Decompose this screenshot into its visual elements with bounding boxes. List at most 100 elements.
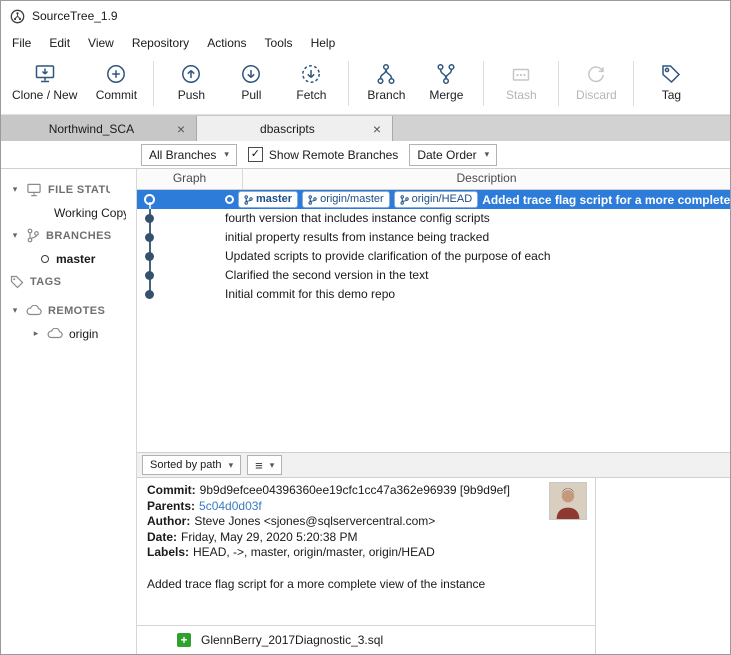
filter-bar: All Branches ▾ ✓ Show Remote Branches Da… bbox=[1, 141, 730, 169]
toolbar-label: Commit bbox=[95, 88, 138, 102]
fetch-button[interactable]: Fetch bbox=[281, 57, 341, 105]
commit-info-pane: Commit: 9b9d9efcee04396360ee19cfc1cc47a36… bbox=[137, 478, 596, 654]
sidebar-item-working-copy[interactable]: Working Copy bbox=[1, 201, 136, 224]
chevron-right-icon: ▸ bbox=[33, 328, 39, 338]
commit-description: Clarified the second version in the text bbox=[225, 268, 429, 282]
branch-badge-origin-master[interactable]: origin/master bbox=[302, 191, 390, 208]
chevron-down-icon: ▾ bbox=[484, 149, 490, 159]
fetch-icon bbox=[299, 60, 323, 87]
tab-northwind-sca[interactable]: Northwind_SCA × bbox=[1, 116, 197, 141]
toolbar-separator bbox=[483, 61, 485, 106]
close-icon[interactable]: × bbox=[174, 122, 188, 136]
pull-icon bbox=[239, 60, 263, 87]
file-sort-value: Sorted by path bbox=[150, 459, 222, 471]
commit-row[interactable]: Clarified the second version in the text bbox=[137, 266, 730, 285]
menu-file[interactable]: File bbox=[3, 33, 40, 53]
commit-description: Initial commit for this demo repo bbox=[225, 287, 396, 301]
branch-button[interactable]: Branch bbox=[356, 57, 416, 105]
check-icon: ✓ bbox=[250, 148, 261, 160]
toolbar-separator bbox=[153, 61, 155, 106]
menu-tools[interactable]: Tools bbox=[256, 33, 302, 53]
commit-row[interactable]: initial property results from instance b… bbox=[137, 228, 730, 247]
window-title: SourceTree_1.9 bbox=[32, 9, 118, 23]
parents-label: Parents: bbox=[147, 498, 196, 513]
commit-message: Added trace flag script for a more compl… bbox=[147, 576, 486, 591]
merge-button[interactable]: Merge bbox=[416, 57, 476, 105]
menu-actions[interactable]: Actions bbox=[198, 33, 255, 53]
toolbar-separator bbox=[558, 61, 560, 106]
branch-badge-origin-head[interactable]: origin/HEAD bbox=[393, 191, 479, 208]
sidebar-section-remotes[interactable]: ▾ REMOTES bbox=[1, 299, 136, 322]
sidebar-section-branches[interactable]: ▾ BRANCHES bbox=[1, 224, 136, 247]
close-icon[interactable]: × bbox=[370, 122, 384, 136]
changed-file-name[interactable]: GlennBerry_2017Diagnostic_3.sql bbox=[201, 633, 383, 647]
commit-node-icon bbox=[145, 271, 154, 280]
commit-description: Updated scripts to provide clarification… bbox=[225, 249, 551, 263]
menu-view[interactable]: View bbox=[79, 33, 123, 53]
commit-graph: master origin/master origin/HEAD Added t… bbox=[137, 190, 730, 452]
pull-button[interactable]: Pull bbox=[221, 57, 281, 105]
monitor-icon bbox=[26, 183, 42, 197]
commit-node-icon bbox=[145, 214, 154, 223]
commit-node-icon bbox=[145, 233, 154, 242]
menu-help[interactable]: Help bbox=[302, 33, 345, 53]
menu-repository[interactable]: Repository bbox=[123, 33, 198, 53]
view-options-dropdown[interactable]: ≡ ▾ bbox=[247, 455, 283, 475]
toolbar-label: Push bbox=[177, 88, 206, 102]
menu-edit[interactable]: Edit bbox=[40, 33, 79, 53]
clone-new-button[interactable]: Clone / New bbox=[3, 57, 86, 105]
toolbar-label: Fetch bbox=[296, 88, 327, 102]
body: ▾ FILE STATUS Working Copy ▾ BRANCHES ma… bbox=[1, 169, 730, 654]
title-bar: SourceTree_1.9 bbox=[1, 1, 730, 31]
file-sort-dropdown[interactable]: Sorted by path ▾ bbox=[142, 455, 242, 475]
author-avatar bbox=[549, 482, 587, 520]
chevron-down-icon: ▾ bbox=[12, 184, 18, 194]
tab-dbascripts[interactable]: dbascripts × bbox=[197, 116, 393, 141]
commit-hash: 9b9d9efcee04396360ee19cfc1cc47a362e96939… bbox=[199, 483, 510, 497]
column-header-graph: Graph bbox=[137, 169, 243, 189]
sourcetree-logo-icon bbox=[10, 9, 25, 24]
show-remote-branches-checkbox[interactable]: ✓ bbox=[247, 147, 263, 162]
sidebar-item-master[interactable]: master bbox=[1, 247, 136, 270]
commit-row-content: master origin/master origin/HEAD Added t… bbox=[225, 190, 730, 209]
sidebar-item-origin[interactable]: ▸ origin bbox=[1, 322, 136, 345]
date-value: Friday, May 29, 2020 5:20:38 PM bbox=[181, 529, 358, 544]
sidebar-section-tags[interactable]: TAGS bbox=[1, 270, 136, 293]
tag-button[interactable]: Tag bbox=[641, 57, 701, 105]
commit-button[interactable]: Commit bbox=[86, 57, 146, 105]
cloud-icon bbox=[26, 305, 42, 316]
commit-row[interactable]: Updated scripts to provide clarification… bbox=[137, 247, 730, 266]
graph-table-header: Graph Description bbox=[137, 169, 730, 190]
commit-row[interactable]: Initial commit for this demo repo bbox=[137, 285, 730, 304]
merge-icon bbox=[434, 60, 458, 87]
sidebar-section-label: TAGS bbox=[30, 275, 62, 288]
repo-tab-bar: Northwind_SCA × dbascripts × bbox=[1, 115, 730, 141]
sort-order-value: Date Order bbox=[417, 147, 477, 162]
chevron-down-icon: ▾ bbox=[12, 305, 18, 315]
toolbar-label: Discard bbox=[576, 88, 617, 102]
commit-row-selected[interactable]: master origin/master origin/HEAD Added t… bbox=[137, 190, 730, 209]
sidebar-item-label: Working Copy bbox=[54, 205, 126, 220]
labels-value: HEAD, ->, master, origin/master, origin/… bbox=[193, 545, 435, 559]
sidebar: ▾ FILE STATUS Working Copy ▾ BRANCHES ma… bbox=[1, 169, 136, 654]
commit-node-icon bbox=[145, 252, 154, 261]
parents-line: Parents: 5c04d0d03f bbox=[147, 499, 585, 515]
commit-hash-line: Commit: 9b9d9efcee04396360ee19cfc1cc47a36… bbox=[147, 483, 585, 499]
stash-icon bbox=[509, 60, 533, 87]
sort-order-dropdown[interactable]: Date Order ▾ bbox=[409, 143, 498, 166]
parent-commit-link[interactable]: 5c04d0d03f bbox=[199, 499, 262, 513]
sidebar-item-label: master bbox=[56, 251, 96, 266]
column-header-description: Description bbox=[456, 171, 517, 185]
cloud-icon bbox=[47, 328, 63, 339]
toolbar-label: Clone / New bbox=[12, 88, 78, 102]
branch-icon bbox=[26, 228, 40, 243]
push-button[interactable]: Push bbox=[161, 57, 221, 105]
chevron-down-icon: ▾ bbox=[224, 149, 229, 159]
branch-filter-dropdown[interactable]: All Branches ▾ bbox=[141, 143, 237, 166]
toolbar-label: Stash bbox=[506, 88, 537, 102]
branch-icon bbox=[374, 60, 398, 87]
sidebar-section-file-status[interactable]: ▾ FILE STATUS bbox=[1, 178, 136, 201]
commit-row[interactable]: fourth version that includes instance co… bbox=[137, 209, 730, 228]
toolbar-label: Pull bbox=[241, 88, 262, 102]
branch-badge-master[interactable]: master bbox=[238, 191, 299, 208]
